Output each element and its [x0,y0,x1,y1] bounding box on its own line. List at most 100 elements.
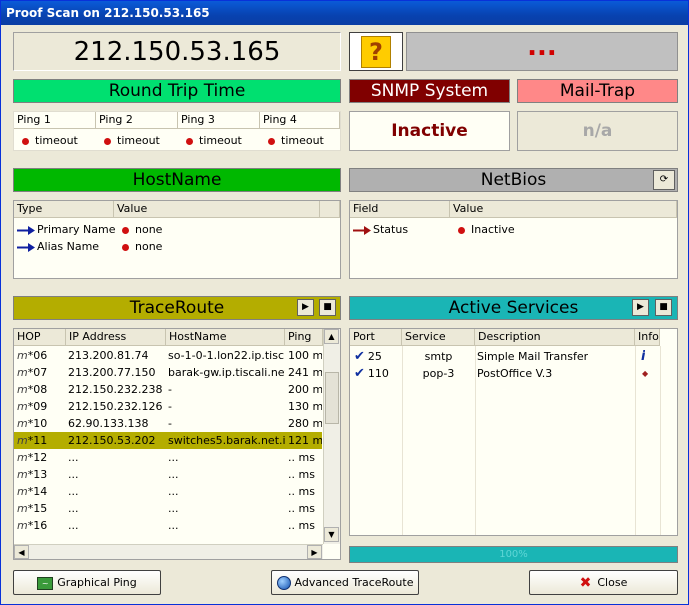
traceroute-row[interactable]: m*06 213.200.81.74 so-1-0-1.lon22.ip.tisc.… [14,347,322,364]
hop-icon: m [17,519,28,532]
traceroute-cell-ip: 213.200.81.74 [68,349,149,362]
netbios-header: NetBios [349,168,678,192]
services-stop-button[interactable]: ■ [655,299,672,316]
traceroute-cell-hop: m*12 [17,451,48,464]
rtt-value-2: timeout [104,132,160,149]
traceroute-col-ip: IP Address [66,329,166,346]
services-header: Active Services [349,296,678,320]
service-row-port[interactable]: ✔ 25 [354,348,382,365]
traceroute-row[interactable]: m*10 62.90.133.138 - 280 ms [14,415,322,432]
traceroute-stop-button[interactable]: ■ [319,299,336,316]
netbios-table: Field Value Status Inactive [349,200,678,279]
rtt-value-3: timeout [186,132,242,149]
service-row-port[interactable]: ✔ 110 [354,365,389,382]
status-dot-icon [22,137,29,145]
scroll-down-arrow-icon[interactable]: ▼ [324,527,339,542]
service-row-description: Simple Mail Transfer [477,350,589,363]
blue-arrow-icon [17,242,35,252]
scroll-left-arrow-icon[interactable]: ◀ [14,545,29,559]
traceroute-cell-ping: .. ms [288,519,315,532]
hop-icon: m [17,383,28,396]
traceroute-cell-hop: m*10 [17,417,48,430]
traceroute-cell-host: - [168,383,172,396]
hop-icon: m [17,502,28,515]
hostname-row-value: none [122,238,162,255]
hostname-header: HostName [13,168,341,192]
hostname-col-spacer [320,201,340,218]
proof-scan-window: Proof Scan on 212.150.53.165 212.150.53.… [0,0,689,605]
traceroute-row[interactable]: m*15...... .. ms [14,500,322,517]
traceroute-cell-ping: 100 ms [288,349,322,362]
netbios-refresh-button[interactable]: ⟳ [653,170,675,190]
window-title: Proof Scan on 212.150.53.165 [1,1,688,25]
rtt-value-4: timeout [268,132,324,149]
service-row-description: PostOffice V.3 [477,367,553,380]
netbios-col-field: Field [350,201,450,218]
traceroute-horizontal-scrollbar[interactable]: ◀ ▶ [14,544,323,559]
traceroute-row[interactable]: m*08 212.150.232.238- 200 ms [14,381,322,398]
scroll-thumb[interactable] [325,372,339,424]
traceroute-cell-host: ... [168,502,179,515]
services-col-info: Info [635,329,660,346]
hop-icon: m [17,434,28,447]
traceroute-cell-hop: m*13 [17,468,48,481]
traceroute-cell-ip: 62.90.133.138 [68,417,149,430]
services-play-button[interactable]: ▶ [632,299,649,316]
traceroute-row[interactable]: m*11 212.150.53.202 switches5.barak.net.il… [14,432,322,449]
close-button[interactable]: ✖ Close [529,570,678,595]
graph-icon: ~ [37,576,54,590]
services-col-description: Description [475,329,635,346]
traceroute-cell-hop: m*16 [17,519,48,532]
question-icon: ? [361,35,391,68]
hostname-row-type: Primary Name [17,221,115,238]
rtt-col-2: Ping 2 [96,112,178,129]
rtt-value-1: timeout [22,132,78,149]
info-dot-icon[interactable]: ◆ [642,365,648,382]
snmp-header: SNMP System [349,79,510,103]
close-icon: ✖ [579,574,592,591]
traceroute-row[interactable]: m*16...... .. ms [14,517,322,534]
traceroute-cell-host: - [168,417,172,430]
traceroute-vertical-scrollbar[interactable]: ▲ ▼ [323,329,340,544]
traceroute-table: HOP IP Address HostName Ping m*06 213.200… [13,328,341,560]
services-col-port: Port [350,329,402,346]
hop-icon: m [17,451,28,464]
scroll-up-arrow-icon[interactable]: ▲ [324,329,339,344]
hostname-col-type: Type [14,201,114,218]
rtt-panel: Ping 1 Ping 2 Ping 3 Ping 4 timeout time… [13,111,341,151]
hostname-table: Type Value Primary Name none Alias Name … [13,200,341,279]
service-row-service: pop-3 [422,367,455,380]
traceroute-row[interactable]: m*09 212.150.232.126- 130 ms [14,398,322,415]
traceroute-cell-hop: m*09 [17,400,48,413]
traceroute-cell-ping: .. ms [288,485,315,498]
graphical-ping-button[interactable]: ~ Graphical Ping [13,570,161,595]
hop-icon: m [17,366,28,379]
mailtrap-header: Mail-Trap [517,79,678,103]
traceroute-cell-hop: m*06 [17,349,48,362]
traceroute-row[interactable]: m*13...... .. ms [14,466,322,483]
netbios-row-field: Status [353,221,408,238]
traceroute-row[interactable]: m*12...... .. ms [14,449,322,466]
info-icon[interactable]: i [641,348,645,365]
traceroute-row[interactable]: m*14...... .. ms [14,483,322,500]
advanced-traceroute-button[interactable]: Advanced TraceRoute [271,570,419,595]
traceroute-cell-ping: 200 ms [288,383,322,396]
traceroute-cell-ip: 212.150.232.126 [68,400,163,413]
traceroute-play-button[interactable]: ▶ [297,299,314,316]
traceroute-cell-host: ... [168,519,179,532]
traceroute-cell-hop: m*14 [17,485,48,498]
traceroute-row[interactable]: m*07 213.200.77.150 barak-gw.ip.tiscali.ne… [14,364,322,381]
rtt-col-1: Ping 1 [14,112,96,129]
traceroute-col-hostname: HostName [166,329,285,346]
scroll-right-arrow-icon[interactable]: ▶ [307,545,322,559]
status-dot-icon [268,137,275,145]
traceroute-header: TraceRoute [13,296,341,320]
traceroute-cell-ip: ... [68,519,79,532]
status-dot-icon [104,137,111,145]
traceroute-cell-host: switches5.barak.net.il [168,434,285,447]
traceroute-cell-host: - [168,400,172,413]
services-table: Port Service Description Info ✔ 25 smtp S… [349,328,678,536]
check-icon: ✔ [354,349,365,364]
services-col-service: Service [402,329,475,346]
traceroute-cell-ip: ... [68,485,79,498]
